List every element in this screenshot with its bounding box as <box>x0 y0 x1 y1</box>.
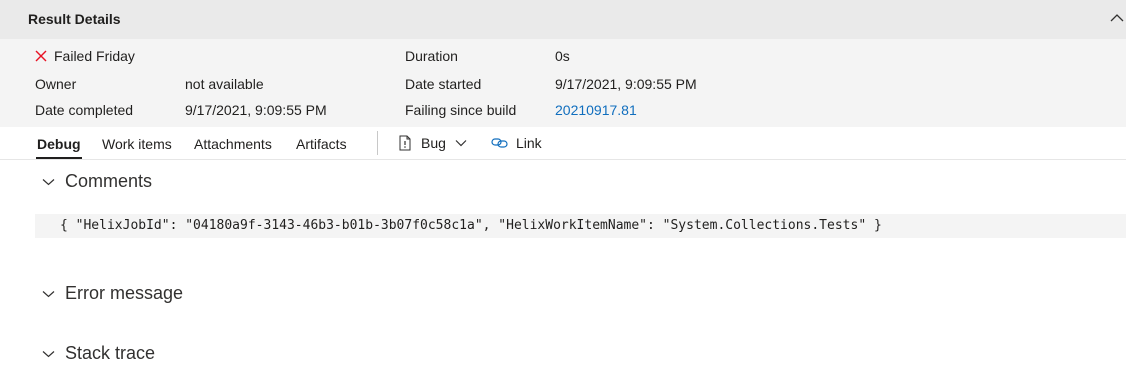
chevron-down-icon <box>42 178 55 185</box>
tab-work-items[interactable]: Work items <box>102 136 172 152</box>
stack-trace-section-toggle[interactable]: Stack trace <box>42 343 155 364</box>
failed-x-icon <box>35 50 47 62</box>
error-message-section-toggle[interactable]: Error message <box>42 283 183 304</box>
comments-section-toggle[interactable]: Comments <box>42 171 152 192</box>
duration-value: 0s <box>555 48 570 64</box>
chevron-down-icon <box>42 350 55 357</box>
date-started-value: 9/17/2021, 9:09:55 PM <box>555 76 697 92</box>
link-label: Link <box>516 135 542 151</box>
outcome-text: Failed Friday <box>54 48 135 64</box>
toolbar-divider <box>377 131 378 155</box>
active-tab-indicator <box>36 157 82 159</box>
date-started-label: Date started <box>405 76 482 92</box>
date-completed-value: 9/17/2021, 9:09:55 PM <box>185 102 327 118</box>
tab-artifacts[interactable]: Artifacts <box>296 136 347 152</box>
owner-label: Owner <box>35 76 77 92</box>
error-message-heading: Error message <box>65 283 184 303</box>
bug-label: Bug <box>421 135 446 151</box>
chevron-down-icon <box>42 290 55 297</box>
link-icon <box>491 138 508 148</box>
comments-heading: Comments <box>65 171 153 191</box>
comment-content: { "HelixJobId": "04180a9f-3143-46b3-b01b… <box>35 214 1126 238</box>
tab-debug[interactable]: Debug <box>37 136 81 152</box>
owner-value: not available <box>185 76 264 92</box>
failing-since-build-link[interactable]: 20210917.81 <box>555 102 637 118</box>
failing-since-label: Failing since build <box>405 102 517 118</box>
date-completed-label: Date completed <box>35 102 134 118</box>
tab-attachments[interactable]: Attachments <box>194 136 272 152</box>
duration-label: Duration <box>405 48 458 64</box>
tab-bar: Debug Work items Attachments Artifacts B… <box>0 127 1126 160</box>
chevron-up-icon[interactable] <box>1110 11 1124 25</box>
comment-text: { "HelixJobId": "04180a9f-3143-46b3-b01b… <box>60 218 882 233</box>
panel-title: Result Details <box>28 11 121 27</box>
bug-document-icon <box>399 135 411 151</box>
chevron-down-icon <box>455 140 467 147</box>
stack-trace-heading: Stack trace <box>65 343 156 363</box>
result-summary: Failed Friday Owner not available Date c… <box>0 39 1126 127</box>
link-button[interactable]: Link <box>491 135 542 151</box>
result-details-header: Result Details <box>0 0 1126 39</box>
bug-dropdown-button[interactable]: Bug <box>398 135 467 151</box>
